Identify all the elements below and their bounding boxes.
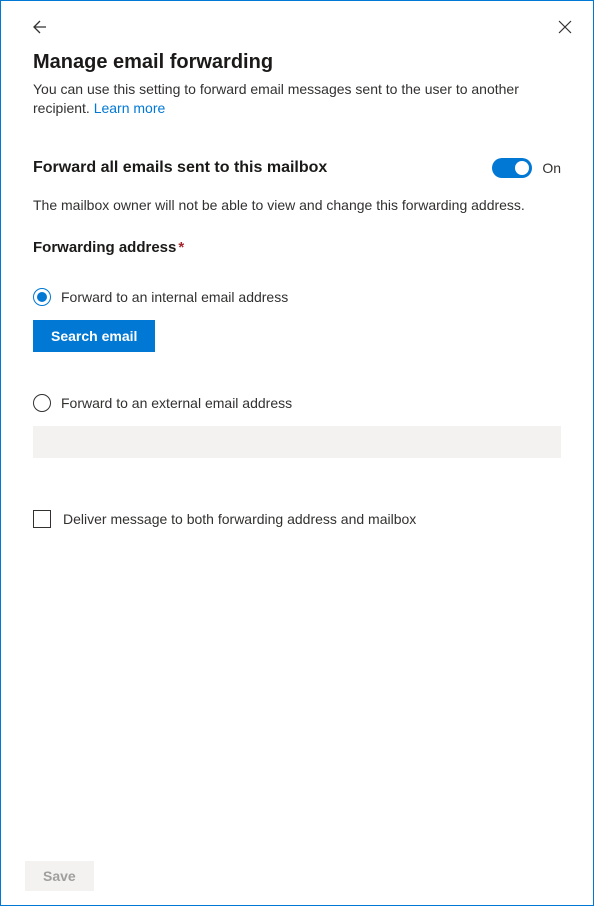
forward-helper-text: The mailbox owner will not be able to vi…	[33, 196, 561, 215]
forward-toggle-state: On	[542, 160, 561, 176]
forward-toggle-label: Forward all emails sent to this mailbox	[33, 159, 327, 177]
deliver-both-label: Deliver message to both forwarding addre…	[63, 511, 416, 527]
toggle-thumb-icon	[515, 161, 529, 175]
deliver-both-row[interactable]: Deliver message to both forwarding addre…	[33, 510, 561, 528]
radio-internal-control[interactable]	[33, 288, 51, 306]
close-icon	[558, 20, 572, 34]
back-button[interactable]	[25, 13, 53, 41]
external-email-input[interactable]	[33, 426, 561, 458]
deliver-both-checkbox[interactable]	[33, 510, 51, 528]
learn-more-link[interactable]: Learn more	[94, 100, 166, 116]
radio-internal[interactable]: Forward to an internal email address	[33, 288, 561, 306]
radio-external-label: Forward to an external email address	[61, 395, 292, 411]
radio-internal-label: Forward to an internal email address	[61, 289, 288, 305]
close-button[interactable]	[551, 13, 579, 41]
save-button[interactable]: Save	[25, 861, 94, 891]
forwarding-address-label: Forwarding address*	[33, 239, 561, 256]
radio-external-control[interactable]	[33, 394, 51, 412]
forward-toggle[interactable]	[492, 158, 532, 178]
required-indicator: *	[178, 239, 184, 256]
search-email-button[interactable]: Search email	[33, 320, 155, 352]
page-title: Manage email forwarding	[33, 51, 561, 74]
radio-external[interactable]: Forward to an external email address	[33, 394, 561, 412]
back-arrow-icon	[31, 19, 47, 35]
page-description: You can use this setting to forward emai…	[33, 80, 561, 118]
